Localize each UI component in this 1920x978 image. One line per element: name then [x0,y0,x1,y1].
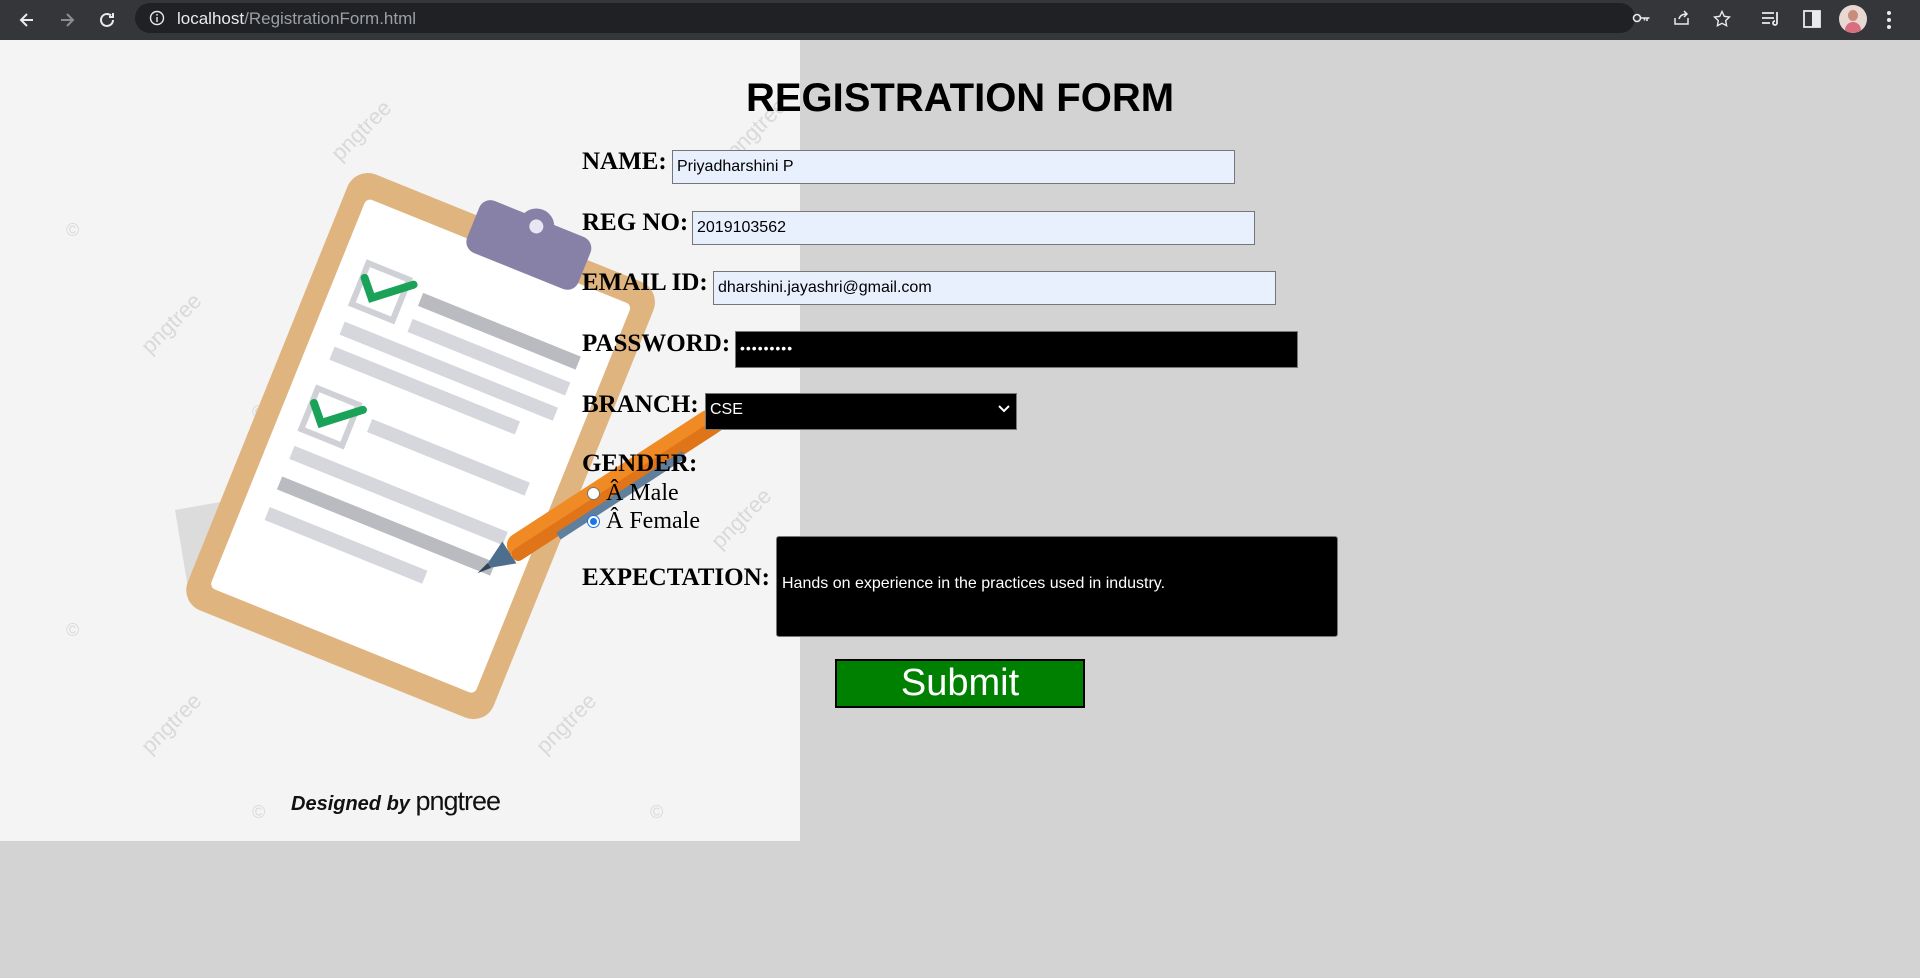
copyright-mark: © [66,620,79,640]
watermark-text: pngtree [706,483,776,553]
copyright-mark: © [252,802,265,822]
female-radio[interactable] [587,515,600,528]
expectation-textarea[interactable]: Hands on experience in the practices use… [776,536,1338,637]
submit-button[interactable]: Submit [835,659,1085,708]
page-title: REGISTRATION FORM [745,76,1175,120]
side-panel-icon[interactable] [1803,10,1821,28]
copyright-mark: © [66,220,79,240]
regno-input[interactable]: 2019103562 [692,211,1255,245]
watermark-text: pngtree [136,688,206,758]
back-button[interactable] [13,6,41,34]
chevron-down-icon [998,405,1010,413]
page: pngtree pngtree pngtree pngtree pngtree … [0,40,1920,978]
share-icon[interactable] [1673,10,1691,26]
watermark-text: pngtree [531,688,601,758]
name-input[interactable]: Priyadharshini P [672,150,1235,184]
password-label: PASSWORD: [582,330,731,357]
reload-button[interactable] [93,6,121,34]
password-input[interactable]: ••••••••• [735,331,1298,368]
gender-option-female[interactable]: Â Female [587,508,700,535]
branch-select[interactable]: CSE [705,393,1017,430]
male-radio[interactable] [587,487,600,500]
branch-label: BRANCH: [582,391,699,418]
profile-avatar[interactable] [1839,5,1867,33]
name-label: NAME: [582,148,667,175]
branch-selected-value: CSE [710,401,743,418]
address-bar[interactable]: localhost/RegistrationForm.html [135,3,1731,33]
forward-button[interactable] [53,6,81,34]
credit-brand-logo: pngtree [415,786,501,816]
gender-option-male[interactable]: Â Male [587,480,679,507]
designer-credit: Designed by pngtree [291,786,501,817]
male-label: Â Male [606,480,679,506]
key-icon[interactable] [1632,10,1652,26]
browser-toolbar: localhost/RegistrationForm.html [0,0,1920,41]
back-arrow-icon [19,13,33,27]
email-input[interactable]: dharshini.jayashri@gmail.com [713,271,1276,305]
menu-dots-icon[interactable] [1886,10,1892,30]
regno-label: REG NO: [582,209,689,236]
watermark-text: pngtree [136,288,206,358]
reading-list-icon[interactable] [1761,10,1781,28]
url-text: localhost/RegistrationForm.html [177,9,417,28]
forward-arrow-icon [61,13,75,27]
email-label: EMAIL ID: [582,269,708,296]
reload-icon [100,12,114,27]
bookmark-star-icon[interactable] [1713,10,1731,27]
female-label: Â Female [606,508,700,534]
credit-prefix: Designed by [291,793,410,815]
site-info-icon[interactable] [149,10,165,26]
expectation-label: EXPECTATION: [582,564,770,591]
gender-label: GENDER: [582,450,698,477]
copyright-mark: © [650,802,663,822]
